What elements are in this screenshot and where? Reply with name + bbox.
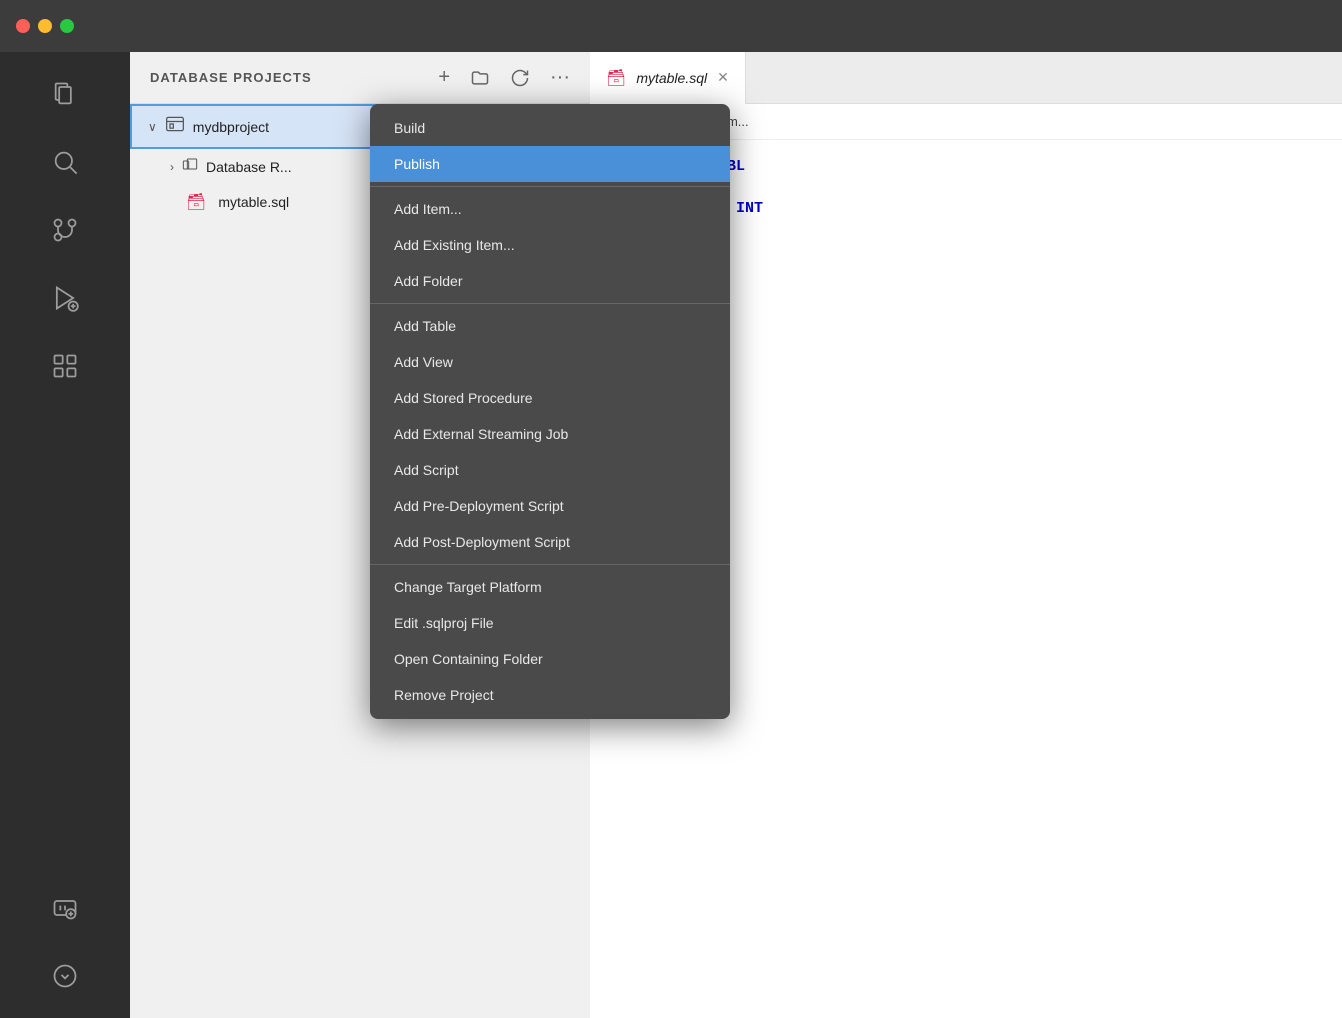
tab-db-icon: 🗃: [606, 68, 626, 88]
menu-item-add-script[interactable]: Add Script: [370, 452, 730, 488]
project-icon: [165, 114, 185, 139]
files-icon[interactable]: [35, 64, 95, 124]
traffic-lights: [16, 19, 74, 33]
menu-item-add-folder[interactable]: Add Folder: [370, 263, 730, 299]
menu-item-add-view[interactable]: Add View: [370, 344, 730, 380]
db-references-label: Database R...: [206, 159, 292, 175]
line-content-1: CREATE TABL: [646, 158, 1342, 175]
context-menu: Build Publish Add Item... Add Existing I…: [370, 104, 730, 719]
chevron-right-icon: ›: [170, 160, 174, 174]
more-actions-button[interactable]: ···: [550, 66, 570, 89]
menu-separator-1: [370, 186, 730, 187]
menu-separator-2: [370, 303, 730, 304]
mytable-tab[interactable]: 🗃 mytable.sql ✕: [590, 52, 746, 104]
refresh-button[interactable]: [510, 68, 530, 88]
mytable-label: mytable.sql: [218, 194, 289, 210]
chevron-down-icon: ∨: [148, 120, 157, 134]
menu-item-remove-project[interactable]: Remove Project: [370, 677, 730, 713]
maximize-button[interactable]: [60, 19, 74, 33]
accounts-icon[interactable]: [35, 946, 95, 1006]
menu-item-publish[interactable]: Publish: [370, 146, 730, 182]
extensions-icon[interactable]: [35, 336, 95, 396]
search-icon[interactable]: [35, 132, 95, 192]
menu-item-add-stored-procedure[interactable]: Add Stored Procedure: [370, 380, 730, 416]
menu-item-add-item[interactable]: Add Item...: [370, 191, 730, 227]
menu-item-edit-sqlproj[interactable]: Edit .sqlproj File: [370, 605, 730, 641]
menu-item-change-target-platform[interactable]: Change Target Platform: [370, 569, 730, 605]
add-item-button[interactable]: +: [438, 66, 450, 89]
menu-item-add-table[interactable]: Add Table: [370, 308, 730, 344]
folder-db-icon: [182, 157, 198, 176]
menu-item-add-pre-deployment-script[interactable]: Add Pre-Deployment Script: [370, 488, 730, 524]
tab-filename: mytable.sql: [636, 70, 707, 86]
menu-item-add-external-streaming-job[interactable]: Add External Streaming Job: [370, 416, 730, 452]
tab-bar: 🗃 mytable.sql ✕: [590, 52, 1342, 104]
remote-icon[interactable]: [35, 878, 95, 938]
main-layout: DATABASE PROJECTS + ··· ∨: [0, 52, 1342, 1018]
minimize-button[interactable]: [38, 19, 52, 33]
open-folder-button[interactable]: [470, 68, 490, 88]
project-name: mydbproject: [193, 119, 269, 135]
breadcrumb-file: m...: [727, 114, 749, 129]
sidebar: DATABASE PROJECTS + ··· ∨: [130, 52, 590, 1018]
sql-file-icon: 🗃: [186, 192, 206, 212]
menu-item-build[interactable]: Build: [370, 110, 730, 146]
tab-close-button[interactable]: ✕: [717, 69, 729, 86]
line-content-4: ): [646, 221, 1342, 238]
title-bar: [0, 0, 1342, 52]
sidebar-title: DATABASE PROJECTS: [150, 70, 418, 85]
run-debug-icon[interactable]: [35, 268, 95, 328]
activity-bar: [0, 52, 130, 1018]
source-control-icon[interactable]: [35, 200, 95, 260]
menu-item-add-existing-item[interactable]: Add Existing Item...: [370, 227, 730, 263]
close-button[interactable]: [16, 19, 30, 33]
line-content-3: [Id] INT: [646, 200, 1342, 217]
line-content-2: (: [646, 179, 1342, 196]
menu-item-open-containing-folder[interactable]: Open Containing Folder: [370, 641, 730, 677]
menu-separator-3: [370, 564, 730, 565]
menu-item-add-post-deployment-script[interactable]: Add Post-Deployment Script: [370, 524, 730, 560]
sidebar-header: DATABASE PROJECTS + ···: [130, 52, 590, 104]
